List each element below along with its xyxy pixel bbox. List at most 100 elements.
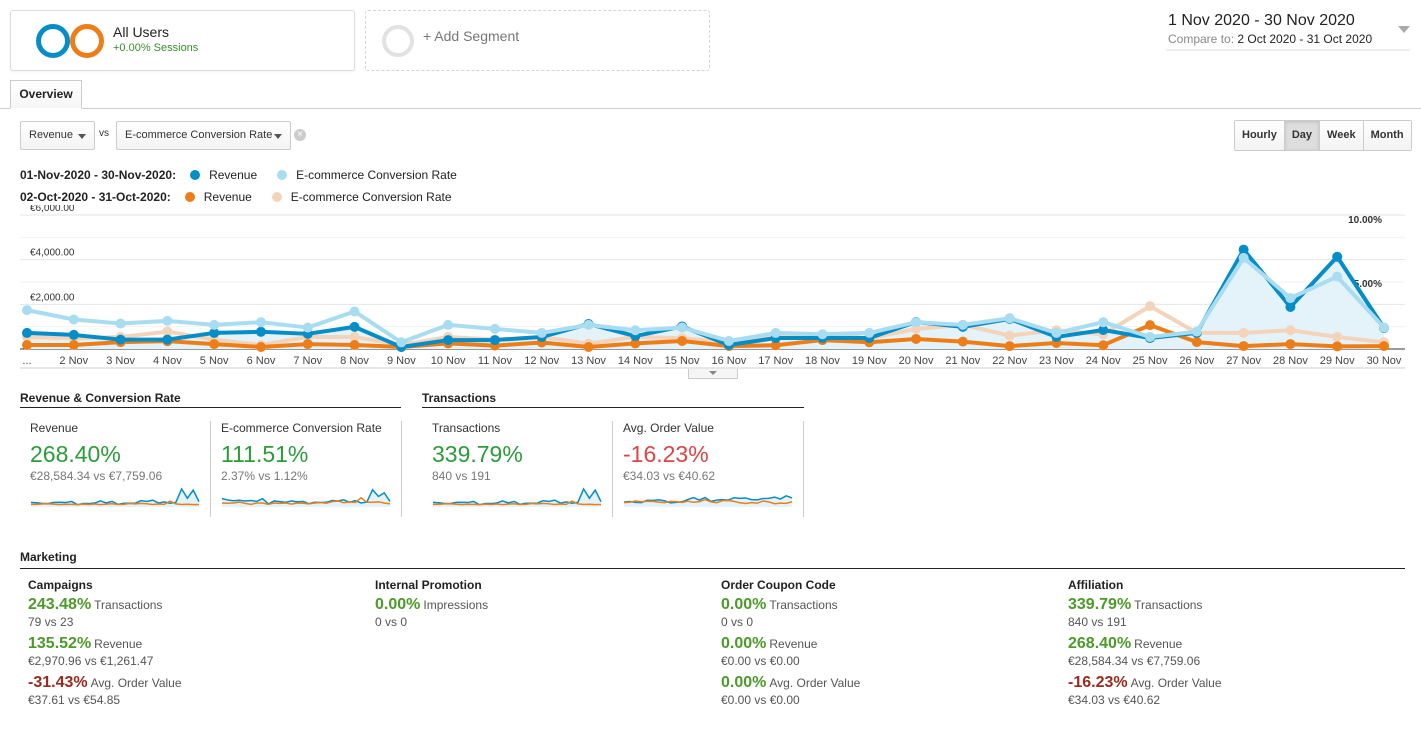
data-point: [115, 334, 126, 345]
x-axis-tick: 3 Nov: [106, 355, 135, 367]
segment-title: All Users: [113, 24, 170, 40]
data-point: [443, 319, 454, 330]
scorecard-change: 339.79%: [432, 441, 523, 467]
data-point: [583, 341, 594, 352]
x-axis-tick: 26 Nov: [1179, 355, 1214, 367]
data-point: [1332, 331, 1343, 342]
marketing-metric[interactable]: -31.43% Avg. Order Value €37.61 vs €54.85: [28, 674, 182, 707]
data-point: [536, 327, 547, 338]
x-axis-tick: 13 Nov: [571, 355, 606, 367]
x-axis-tick: 28 Nov: [1273, 355, 1308, 367]
data-point: [396, 337, 407, 348]
data-point: [209, 339, 220, 350]
marketing-metric[interactable]: 0.00% Avg. Order Value €0.00 vs €0.00: [721, 674, 860, 707]
scorecard-avg-order-value[interactable]: Avg. Order Value -16.23% €34.03 vs €40.6…: [613, 421, 804, 517]
x-axis-tick: 5 Nov: [200, 355, 229, 367]
data-point: [349, 321, 360, 332]
series-line: [26, 255, 1386, 345]
data-point: [1145, 301, 1156, 312]
marketing-heading: Marketing: [20, 550, 1405, 569]
legend-item[interactable]: E-commerce Conversion Rate: [271, 168, 457, 182]
x-axis-tick: 16 Nov: [711, 355, 746, 367]
data-point: [349, 339, 360, 350]
line-chart[interactable]: €2,000.00€4,000.00€6,000.005.00%10.00%..…: [0, 205, 1421, 370]
data-point: [1379, 341, 1389, 352]
marketing-column: Campaigns 243.48% Transactions 79 vs 23 135.…: [28, 578, 182, 713]
scorecard-transactions[interactable]: Transactions 339.79% 840 vs 191: [422, 421, 613, 517]
legend-current-period: 01-Nov-2020 - 30-Nov-2020: Revenue E-com…: [20, 168, 471, 182]
marketing-metric[interactable]: 135.52% Revenue €2,970.96 vs €1,261.47: [28, 635, 182, 668]
marketing-metric-compare: 79 vs 23: [28, 615, 74, 629]
data-point: [443, 335, 454, 346]
scorecard-title: Revenue: [30, 421, 79, 435]
x-axis-tick: 24 Nov: [1086, 355, 1121, 367]
marketing-metric[interactable]: 243.48% Transactions 79 vs 23: [28, 596, 182, 629]
data-point: [1004, 341, 1015, 352]
granularity-month[interactable]: Month: [1363, 121, 1411, 150]
legend-item[interactable]: Revenue: [179, 190, 252, 204]
marketing-metric[interactable]: 0.00% Impressions 0 vs 0: [375, 596, 488, 629]
tab-overview[interactable]: Overview: [10, 80, 82, 109]
data-point: [22, 305, 32, 316]
data-point: [1191, 337, 1202, 348]
data-point: [1332, 251, 1343, 262]
data-point: [1238, 252, 1249, 263]
data-point: [22, 327, 32, 338]
marketing-metric-row: 0.00% Revenue: [721, 635, 860, 653]
x-axis-tick: ...: [22, 355, 31, 367]
granularity-hourly[interactable]: Hourly: [1235, 121, 1285, 150]
date-range-main: 1 Nov 2020 - 30 Nov 2020: [1168, 12, 1355, 29]
granularity-week[interactable]: Week: [1320, 121, 1364, 150]
marketing-metric-label: Avg. Order Value: [90, 676, 182, 690]
add-segment-button[interactable]: + Add Segment: [365, 10, 710, 71]
scorecard-compare: €34.03 vs €40.62: [623, 469, 716, 483]
primary-metric-dropdown[interactable]: Revenue: [20, 121, 95, 150]
marketing-metric-change: 135.52%: [28, 635, 92, 652]
date-range-picker[interactable]: 1 Nov 2020 - 30 Nov 2020 Compare to: 2 O…: [1166, 10, 1410, 51]
tab-bar-divider: [0, 108, 1421, 109]
marketing-metric-row: -16.23% Avg. Order Value: [1068, 674, 1222, 692]
x-axis-tick: 22 Nov: [992, 355, 1027, 367]
scorecard-compare: 2.37% vs 1.12%: [221, 469, 308, 483]
marketing-metric[interactable]: -16.23% Avg. Order Value €34.03 vs €40.62: [1068, 674, 1222, 707]
data-point: [911, 333, 922, 344]
x-axis-tick: 27 Nov: [1226, 355, 1261, 367]
secondary-metric-dropdown[interactable]: E-commerce Conversion Rate: [116, 121, 291, 150]
marketing-metric[interactable]: 268.40% Revenue €28,584.34 vs €7,759.06: [1068, 635, 1222, 668]
marketing-metric[interactable]: 0.00% Transactions 0 vs 0: [721, 596, 860, 629]
legend-item[interactable]: E-commerce Conversion Rate: [266, 190, 452, 204]
marketing-metric-row: 268.40% Revenue: [1068, 635, 1222, 653]
data-point: [723, 335, 734, 346]
data-point: [1285, 293, 1296, 304]
marketing-column: Order Coupon Code 0.00% Transactions 0 vs 0…: [721, 578, 860, 713]
sparkline: [623, 494, 793, 507]
x-axis-tick: 12 Nov: [524, 355, 559, 367]
marketing-metric-change: 0.00%: [721, 596, 767, 613]
data-point: [1191, 326, 1202, 337]
scorecard-revenue[interactable]: Revenue 268.40% €28,584.34 vs €7,759.06: [20, 421, 211, 517]
marketing-metric[interactable]: 0.00% Revenue €0.00 vs €0.00: [721, 635, 860, 668]
segment-subtitle: +0.00% Sessions: [113, 42, 199, 54]
data-point: [1004, 330, 1015, 341]
legend-label: E-commerce Conversion Rate: [296, 168, 457, 182]
marketing-metric-compare: €2,970.96 vs €1,261.47: [28, 654, 154, 668]
x-axis-tick: 6 Nov: [247, 355, 276, 367]
chart-collapse-handle[interactable]: [688, 369, 738, 379]
data-point: [162, 315, 173, 326]
compare-prefix: Compare to:: [1168, 32, 1235, 46]
scorecard-compare: €28,584.34 vs €7,759.06: [30, 469, 163, 483]
marketing-metric-row: 0.00% Avg. Order Value: [721, 674, 860, 692]
x-axis-tick: 25 Nov: [1133, 355, 1168, 367]
data-point: [583, 319, 594, 330]
x-axis-tick: 30 Nov: [1367, 355, 1402, 367]
remove-metric-icon[interactable]: ×: [294, 129, 306, 141]
marketing-metric[interactable]: 339.79% Transactions 840 vs 191: [1068, 596, 1222, 629]
sparkline: [432, 487, 602, 507]
marketing-metric-change: 0.00%: [721, 635, 767, 652]
data-point: [1285, 302, 1296, 313]
data-point: [255, 341, 266, 352]
segment-all-users[interactable]: All Users +0.00% Sessions: [10, 10, 355, 71]
scorecard-conversion-rate[interactable]: E-commerce Conversion Rate 111.51% 2.37%…: [211, 421, 402, 517]
legend-item[interactable]: Revenue: [184, 168, 257, 182]
granularity-day[interactable]: Day: [1284, 121, 1321, 150]
